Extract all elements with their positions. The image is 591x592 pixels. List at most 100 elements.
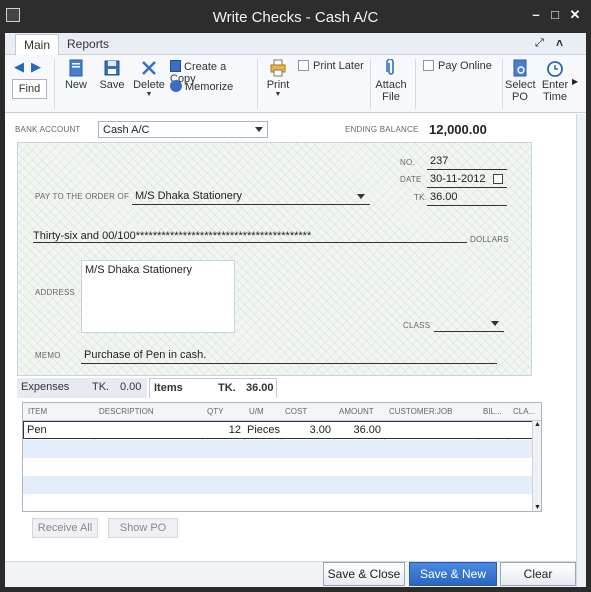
po-label: PO xyxy=(512,91,528,103)
col-qty[interactable]: QTY xyxy=(207,407,223,416)
maximize-icon[interactable]: □ xyxy=(547,7,563,23)
close-icon[interactable]: ✕ xyxy=(567,7,583,23)
items-tk-value: 36.00 xyxy=(246,382,274,394)
table-scrollbar[interactable]: ▲ ▼ xyxy=(532,421,541,511)
col-item[interactable]: ITEM xyxy=(28,407,47,416)
pay-to-label: PAY TO THE ORDER OF xyxy=(35,192,130,201)
enter-label: Enter xyxy=(541,79,569,91)
bank-account-label: BANK ACCOUNT xyxy=(15,125,81,134)
ending-balance-value: 12,000.00 xyxy=(429,122,487,137)
row-um[interactable]: Pieces xyxy=(247,424,280,436)
bank-account-select[interactable]: Cash A/C xyxy=(98,121,268,138)
next-arrow-icon[interactable]: ▶ xyxy=(31,59,41,75)
print-later-checkbox[interactable]: Print Later xyxy=(298,60,368,72)
write-checks-window: Write Checks - Cash A/C – □ ✕ Main Repor… xyxy=(0,0,591,592)
save-close-button[interactable]: Save & Close xyxy=(323,562,405,586)
window-client: Main Reports ⤢ ˄ ◀ ▶ Find New Save Delet… xyxy=(5,33,586,587)
row-cost[interactable]: 3.00 xyxy=(286,424,331,436)
clear-button[interactable]: Clear xyxy=(500,562,576,586)
pay-online-label: Pay Online xyxy=(438,60,492,72)
print-label: Print xyxy=(266,79,290,91)
memo-label: MEMO xyxy=(35,351,61,360)
amount-field[interactable]: 36.00 xyxy=(427,189,507,206)
items-label: Items xyxy=(154,382,183,394)
save-label: Save xyxy=(99,79,125,91)
expenses-tk-value: 0.00 xyxy=(120,381,142,393)
class-select[interactable] xyxy=(434,315,504,332)
print-button[interactable]: Print ▼ xyxy=(263,59,293,99)
memo-field[interactable]: Purchase of Pen in cash. xyxy=(81,347,497,364)
select-po-icon xyxy=(513,59,527,77)
attach-file-button[interactable]: Attach File xyxy=(375,59,407,103)
calendar-icon[interactable] xyxy=(493,174,503,184)
show-po-button[interactable]: Show PO xyxy=(108,518,178,538)
tab-items[interactable]: Items TK. 36.00 xyxy=(149,378,277,398)
pay-online-checkbox[interactable]: Pay Online xyxy=(423,60,493,72)
row-qty[interactable]: 12 xyxy=(206,424,241,436)
printer-icon xyxy=(270,59,286,77)
table-row[interactable] xyxy=(23,440,533,458)
copy-icon xyxy=(170,60,181,72)
col-amount[interactable]: AMOUNT xyxy=(339,407,374,416)
col-class[interactable]: CLA... xyxy=(513,407,535,416)
form-scrollbar[interactable] xyxy=(576,114,586,587)
expenses-label: Expenses xyxy=(21,381,70,393)
ribbon-scroll-right-icon[interactable]: ▶ xyxy=(572,77,578,86)
time-label: Time xyxy=(542,91,568,103)
print-later-label: Print Later xyxy=(313,60,364,72)
ending-balance-label: ENDING BALANCE xyxy=(345,125,419,134)
memorize-icon xyxy=(170,80,182,92)
address-field[interactable]: M/S Dhaka Stationery xyxy=(81,260,235,333)
payee-select[interactable]: M/S Dhaka Stationery xyxy=(132,188,370,205)
table-row[interactable] xyxy=(23,458,533,476)
new-document-icon xyxy=(69,59,83,77)
table-row[interactable] xyxy=(23,494,533,511)
attach-label: Attach xyxy=(375,79,407,91)
delete-x-icon xyxy=(142,61,156,75)
collapse-ribbon-icon[interactable]: ˄ xyxy=(556,36,563,50)
print-dropdown-arrow-icon[interactable]: ▼ xyxy=(263,91,293,99)
enter-time-button[interactable]: Enter Time xyxy=(540,59,570,103)
col-customer-job[interactable]: CUSTOMER:JOB xyxy=(389,407,452,416)
delete-button[interactable]: Delete ▼ xyxy=(133,59,165,99)
items-table-header: ITEM DESCRIPTION QTY U/M COST AMOUNT CUS… xyxy=(23,403,541,421)
date-field[interactable]: 30-11-2012 xyxy=(427,171,507,188)
col-description[interactable]: DESCRIPTION xyxy=(99,407,154,416)
dollars-label: DOLLARS xyxy=(470,235,509,244)
table-row[interactable]: Pen 12 Pieces 3.00 36.00 xyxy=(23,421,533,439)
items-table: ITEM DESCRIPTION QTY U/M COST AMOUNT CUS… xyxy=(22,402,542,512)
receive-all-button[interactable]: Receive All xyxy=(32,518,98,538)
table-row[interactable] xyxy=(23,476,533,494)
check-form: BANK ACCOUNT Cash A/C ENDING BALANCE 12,… xyxy=(5,114,586,587)
find-button[interactable]: Find xyxy=(12,79,47,99)
tab-reports[interactable]: Reports xyxy=(59,34,117,55)
scroll-up-icon[interactable]: ▲ xyxy=(534,421,541,428)
save-new-button[interactable]: Save & New xyxy=(409,562,497,586)
file-label: File xyxy=(382,91,400,103)
payee-value: M/S Dhaka Stationery xyxy=(135,190,242,202)
amount-label: TK. xyxy=(414,193,428,202)
minimize-icon[interactable]: – xyxy=(528,7,544,23)
bank-account-value: Cash A/C xyxy=(103,124,150,136)
memorize-button[interactable]: Memorize xyxy=(170,80,250,93)
expand-icon[interactable]: ⤢ xyxy=(535,37,544,50)
new-label: New xyxy=(64,79,87,91)
scroll-down-icon[interactable]: ▼ xyxy=(534,504,541,511)
check-number-field[interactable]: 237 xyxy=(427,153,507,170)
col-billable[interactable]: BIL... xyxy=(483,407,502,416)
tab-main[interactable]: Main xyxy=(15,34,60,55)
prev-arrow-icon[interactable]: ◀ xyxy=(14,59,24,75)
col-um[interactable]: U/M xyxy=(249,407,264,416)
footer-bar: Save & Close Save & New Clear xyxy=(5,561,586,587)
select-po-button[interactable]: Select PO xyxy=(505,59,536,103)
delete-dropdown-arrow-icon[interactable]: ▼ xyxy=(133,91,165,99)
new-button[interactable]: New xyxy=(61,59,91,91)
class-label: CLASS xyxy=(403,321,431,330)
save-button[interactable]: Save xyxy=(97,59,127,91)
row-item[interactable]: Pen xyxy=(27,424,47,436)
expenses-tk-label: TK. xyxy=(92,381,110,393)
col-cost[interactable]: COST xyxy=(285,407,307,416)
payee-dropdown-icon xyxy=(357,194,365,199)
row-amount[interactable]: 36.00 xyxy=(338,424,381,436)
tab-expenses[interactable]: Expenses TK. 0.00 xyxy=(17,378,147,398)
